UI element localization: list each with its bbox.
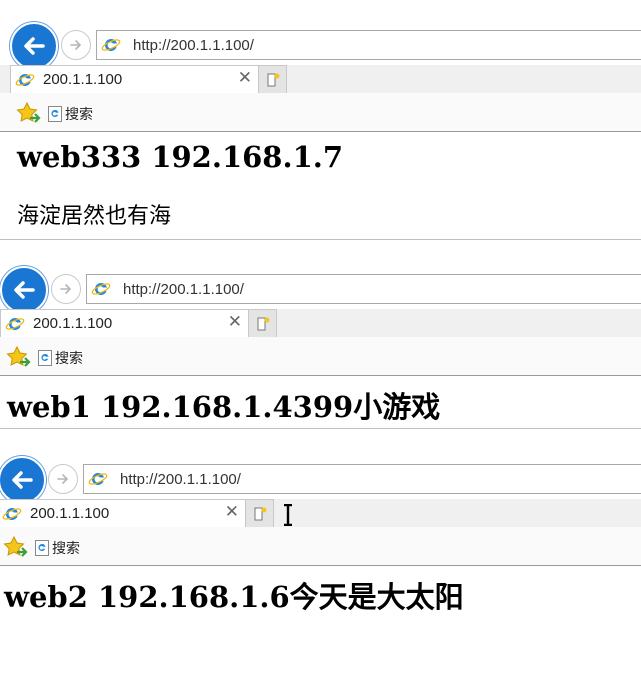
page-heading: web1 192.168.1.4399小游戏 [7, 390, 441, 424]
browser-tab[interactable]: 200.1.1.100 ✕ [10, 65, 259, 93]
navigation-bar: http://200.1.1.100/ [0, 456, 641, 504]
close-icon[interactable]: ✕ [238, 68, 252, 88]
favorites-link[interactable]: 搜索 [35, 538, 80, 558]
browser-window-1: http://200.1.1.100/ 200.1.1.100 ✕ 搜索 web… [0, 0, 641, 240]
forward-arrow-icon [70, 40, 82, 50]
address-bar[interactable]: http://200.1.1.100/ [86, 274, 641, 304]
browser-window-2: http://200.1.1.100/ 200.1.1.100 ✕ 搜索 web… [0, 264, 641, 429]
ie-logo-icon [15, 73, 35, 86]
favorites-bar: 搜索 [0, 93, 641, 132]
close-icon[interactable]: ✕ [225, 502, 239, 522]
ie-page-icon [48, 106, 62, 122]
address-url: http://200.1.1.100/ [133, 36, 254, 54]
navigation-bar: http://200.1.1.100/ [0, 22, 641, 70]
ie-logo-icon [5, 317, 25, 330]
back-button[interactable] [0, 456, 46, 504]
new-tab-button[interactable] [258, 65, 287, 94]
address-bar[interactable]: http://200.1.1.100/ [83, 464, 641, 494]
ie-page-icon [35, 540, 49, 556]
tab-strip: 200.1.1.100 ✕ [0, 309, 641, 338]
back-button[interactable] [0, 266, 48, 314]
navigation-bar: http://200.1.1.100/ [0, 266, 641, 314]
forward-button[interactable] [61, 30, 91, 60]
favorites-link[interactable]: 搜索 [48, 104, 93, 124]
forward-button[interactable] [48, 464, 78, 494]
favorites-bar: 搜索 [0, 337, 641, 376]
browser-tab[interactable]: 200.1.1.100 ✕ [0, 309, 249, 337]
ie-page-icon [38, 350, 52, 366]
tab-strip: 200.1.1.100 ✕ [0, 499, 641, 528]
favorites-link[interactable]: 搜索 [38, 348, 83, 368]
page-heading: web2 192.168.1.6今天是大太阳 [4, 580, 464, 614]
favorites-label: 搜索 [55, 350, 83, 366]
forward-button[interactable] [51, 274, 81, 304]
back-button[interactable] [10, 22, 58, 70]
favorites-bar: 搜索 [0, 527, 641, 566]
address-url: http://200.1.1.100/ [120, 470, 241, 488]
new-tab-button[interactable] [245, 499, 274, 528]
favorites-label: 搜索 [65, 106, 93, 122]
forward-arrow-icon [57, 474, 69, 484]
tab-title: 200.1.1.100 [43, 71, 123, 88]
ie-logo-icon [91, 282, 111, 295]
back-arrow-icon [12, 471, 33, 489]
browser-window-3: http://200.1.1.100/ 200.1.1.100 ✕ 搜索 web… [0, 454, 641, 690]
favorites-star-icon[interactable] [6, 345, 32, 369]
favorites-star-icon[interactable] [3, 535, 29, 559]
tab-title: 200.1.1.100 [30, 505, 110, 522]
window-divider [0, 428, 641, 429]
tab-title: 200.1.1.100 [33, 315, 113, 332]
new-tab-icon [267, 73, 279, 86]
forward-arrow-icon [60, 284, 72, 294]
back-arrow-icon [24, 37, 45, 55]
close-icon[interactable]: ✕ [228, 312, 242, 332]
new-tab-icon [257, 317, 269, 330]
browser-tab[interactable]: 200.1.1.100 ✕ [0, 499, 246, 527]
ie-logo-icon [101, 38, 121, 51]
tab-strip: 200.1.1.100 ✕ [0, 65, 641, 94]
back-arrow-icon [14, 281, 35, 299]
favorites-label: 搜索 [52, 540, 80, 556]
page-heading: web333 192.168.1.7 [17, 140, 344, 174]
text-cursor-icon [284, 504, 292, 526]
page-paragraph: 海淀居然也有海 [17, 204, 172, 229]
new-tab-button[interactable] [248, 309, 277, 338]
address-url: http://200.1.1.100/ [123, 280, 244, 298]
window-divider [0, 239, 641, 240]
favorites-star-icon[interactable] [16, 101, 42, 125]
ie-logo-icon [2, 507, 22, 520]
ie-logo-icon [88, 472, 108, 485]
address-bar[interactable]: http://200.1.1.100/ [96, 30, 641, 60]
new-tab-icon [254, 507, 266, 520]
